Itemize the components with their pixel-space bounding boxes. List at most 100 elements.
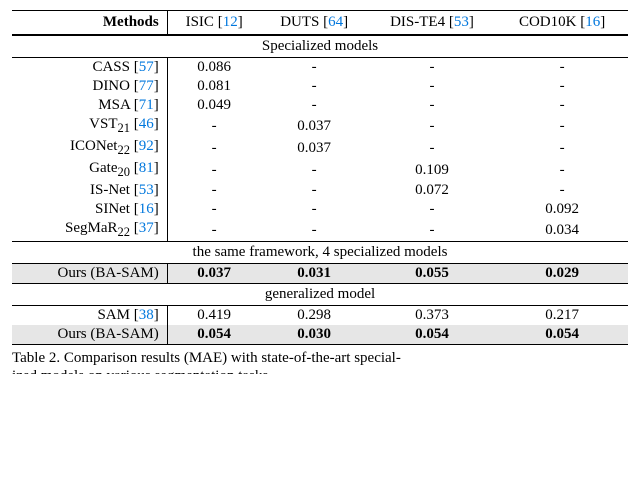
- value-cell: 0.030: [261, 325, 368, 345]
- cite-link[interactable]: 38: [139, 307, 154, 323]
- header-isic: ISIC [12]: [167, 11, 260, 36]
- method-cell: SINet [16]: [12, 200, 167, 219]
- cite-link[interactable]: 37: [139, 220, 154, 236]
- section-title: Specialized models: [12, 35, 628, 58]
- method-cell: IS-Net [53]: [12, 181, 167, 200]
- value-cell: 0.034: [496, 219, 628, 242]
- value-cell: 0.419: [167, 306, 260, 326]
- table-row: Ours (BA-SAM) 0.0370.0310.0550.029: [12, 264, 628, 284]
- value-cell: -: [496, 137, 628, 159]
- method-name: SegMaR: [65, 220, 118, 236]
- cite-link[interactable]: 53: [454, 14, 469, 30]
- method-cell: ICONet22 [92]: [12, 137, 167, 159]
- value-cell: 0.037: [261, 137, 368, 159]
- value-cell: 0.109: [368, 159, 496, 181]
- value-cell: 0.049: [167, 96, 260, 115]
- value-cell: 0.055: [368, 264, 496, 284]
- value-cell: 0.054: [496, 325, 628, 345]
- value-cell: 0.373: [368, 306, 496, 326]
- table-row: SAM [38]0.4190.2980.3730.217: [12, 306, 628, 326]
- value-cell: -: [167, 181, 260, 200]
- value-cell: 0.054: [167, 325, 260, 345]
- table-row: Ours (BA-SAM)0.0540.0300.0540.054: [12, 325, 628, 345]
- method-name: ICONet: [70, 138, 118, 154]
- section-title-row: generalized model: [12, 284, 628, 306]
- cite-link[interactable]: 53: [139, 182, 154, 198]
- method-sub: 22: [117, 143, 130, 157]
- section-title-row: the same framework, 4 specialized models: [12, 242, 628, 264]
- value-cell: -: [261, 96, 368, 115]
- value-cell: -: [368, 137, 496, 159]
- header-cod10k: COD10K [16]: [496, 11, 628, 36]
- table-row: Gate20 [81]--0.109-: [12, 159, 628, 181]
- table-row: IS-Net [53]--0.072-: [12, 181, 628, 200]
- table-row: ICONet22 [92]-0.037--: [12, 137, 628, 159]
- method-sub: 20: [117, 165, 130, 179]
- method-sub: 21: [117, 121, 130, 135]
- value-cell: 0.086: [167, 58, 260, 78]
- method-name: MSA: [98, 97, 130, 113]
- header-diste4: DIS-TE4 [53]: [368, 11, 496, 36]
- value-cell: -: [496, 115, 628, 137]
- cite-link[interactable]: 92: [139, 138, 154, 154]
- cite-link[interactable]: 12: [223, 14, 238, 30]
- cite-link[interactable]: 16: [139, 201, 154, 217]
- value-cell: -: [496, 159, 628, 181]
- value-cell: 0.054: [368, 325, 496, 345]
- value-cell: -: [496, 181, 628, 200]
- value-cell: 0.217: [496, 306, 628, 326]
- value-cell: 0.029: [496, 264, 628, 284]
- method-name: VST: [89, 116, 117, 132]
- table-row: SegMaR22 [37]---0.034: [12, 219, 628, 242]
- value-cell: -: [496, 96, 628, 115]
- method-name: Ours (BA-SAM): [57, 326, 158, 342]
- caption-text: Comparison results (MAE) with state-of-t…: [64, 350, 401, 366]
- value-cell: -: [261, 159, 368, 181]
- method-sub: 22: [117, 225, 130, 239]
- value-cell: -: [261, 200, 368, 219]
- value-cell: -: [368, 77, 496, 96]
- table-caption: Table 2. Comparison results (MAE) with s…: [12, 349, 628, 368]
- method-name: DINO: [92, 78, 130, 94]
- header-duts: DUTS [64]: [261, 11, 368, 36]
- value-cell: -: [261, 77, 368, 96]
- cite-link[interactable]: 57: [139, 59, 154, 75]
- table-row: SINet [16]---0.092: [12, 200, 628, 219]
- value-cell: 0.298: [261, 306, 368, 326]
- table-row: VST21 [46]-0.037--: [12, 115, 628, 137]
- results-table: Methods ISIC [12] DUTS [64] DIS-TE4 [53]…: [12, 10, 628, 345]
- method-cell: Gate20 [81]: [12, 159, 167, 181]
- method-name: CASS: [92, 59, 130, 75]
- col-name: DUTS: [280, 14, 319, 30]
- value-cell: 0.081: [167, 77, 260, 96]
- cite-link[interactable]: 71: [139, 97, 154, 113]
- value-cell: -: [167, 115, 260, 137]
- caption-label: Table 2.: [12, 350, 60, 366]
- col-name: ISIC: [186, 14, 214, 30]
- method-cell: Ours (BA-SAM): [12, 325, 167, 345]
- cite-link[interactable]: 46: [139, 116, 154, 132]
- value-cell: -: [368, 96, 496, 115]
- value-cell: 0.031: [261, 264, 368, 284]
- cite-link[interactable]: 16: [585, 14, 600, 30]
- value-cell: 0.092: [496, 200, 628, 219]
- value-cell: -: [368, 200, 496, 219]
- table-row: DINO [77]0.081---: [12, 77, 628, 96]
- value-cell: 0.037: [261, 115, 368, 137]
- method-name: Ours (BA-SAM): [57, 265, 158, 281]
- method-cell: VST21 [46]: [12, 115, 167, 137]
- col-name: DIS-TE4: [390, 14, 445, 30]
- value-cell: -: [496, 77, 628, 96]
- method-cell: MSA [71]: [12, 96, 167, 115]
- cite-link[interactable]: 77: [139, 78, 154, 94]
- cite-link[interactable]: 64: [328, 14, 343, 30]
- value-cell: -: [368, 115, 496, 137]
- header-methods: Methods: [12, 11, 167, 36]
- value-cell: -: [496, 58, 628, 78]
- value-cell: -: [167, 137, 260, 159]
- table-row: CASS [57]0.086---: [12, 58, 628, 78]
- value-cell: -: [368, 58, 496, 78]
- value-cell: 0.037: [167, 264, 260, 284]
- cite-link[interactable]: 81: [139, 160, 154, 176]
- section-title: the same framework, 4 specialized models: [12, 242, 628, 264]
